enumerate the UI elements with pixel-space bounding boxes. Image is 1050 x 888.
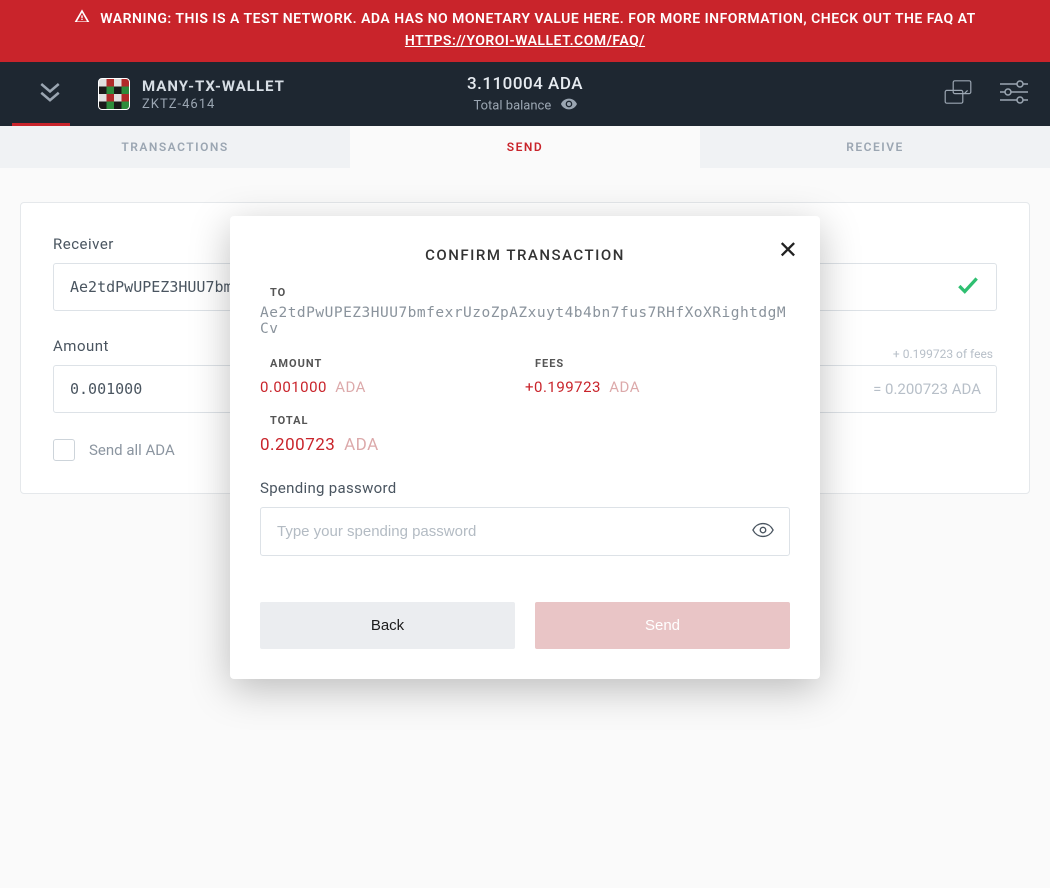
modal-title: CONFIRM TRANSACTION [260,246,790,264]
eye-icon[interactable] [752,522,774,542]
amount-value: 0.001000 ADA [260,378,525,396]
spending-password-label: Spending password [260,479,790,497]
fees-value: +0.199723 ADA [525,378,790,396]
fees-section-label: FEES [535,357,790,370]
back-button[interactable]: Back [260,602,515,649]
to-address: Ae2tdPwUPEZ3HUU7bmfexrUzoZpAZxuyt4b4bn7f… [260,305,790,337]
to-label: TO [270,286,790,299]
total-section-label: TOTAL [270,414,790,427]
confirm-transaction-modal: CONFIRM TRANSACTION ✕ TO Ae2tdPwUPEZ3HUU… [230,216,820,679]
close-icon[interactable]: ✕ [778,238,798,262]
send-button[interactable]: Send [535,602,790,649]
amount-section-label: AMOUNT [270,357,525,370]
total-value: 0.200723 ADA [260,435,790,455]
modal-overlay: CONFIRM TRANSACTION ✕ TO Ae2tdPwUPEZ3HUU… [0,0,1050,888]
spending-password-input[interactable] [260,507,790,556]
